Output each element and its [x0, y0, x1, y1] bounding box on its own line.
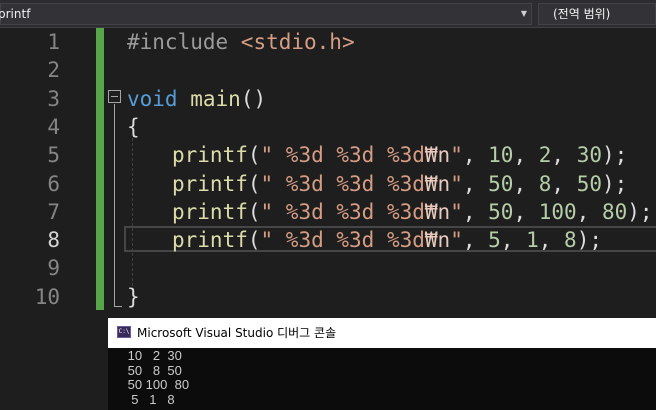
void-keyword: void: [127, 86, 178, 111]
line-number: 3: [47, 86, 60, 111]
scope-dropdown-value: (전역 범위): [553, 7, 611, 21]
close-brace: }: [127, 284, 140, 309]
comma: ,: [462, 171, 489, 196]
printf-call-line[interactable]: printf(" %3d %3d %3d₩n", 10, 2, 30);: [172, 141, 627, 169]
number-argument: 8: [538, 171, 552, 196]
code-editor[interactable]: 1 2 3 4 5 6 7 8 9 10 #include <stdio.h> void main…: [0, 28, 656, 318]
closing-quote: ": [450, 143, 463, 168]
scope-dropdown[interactable]: (전역 범위): [538, 3, 656, 25]
line-number: 4: [47, 114, 60, 139]
open-paren: (: [247, 143, 261, 168]
line-number: 5: [47, 143, 60, 168]
include-directive: #include: [127, 30, 241, 54]
number-argument: 50: [488, 199, 514, 224]
comma: ,: [500, 228, 527, 253]
printf-call-line[interactable]: printf(" %3d %3d %3d₩n", 50, 100, 80);: [172, 198, 653, 226]
comma: ,: [513, 171, 539, 196]
printf-name: printf: [172, 171, 248, 196]
console-output-line: 50 100 80: [124, 377, 190, 392]
statement-end: );: [576, 228, 602, 253]
printf-name: printf: [172, 228, 248, 253]
code-line-1[interactable]: #include <stdio.h>: [127, 28, 355, 56]
number-argument: 1: [526, 228, 539, 253]
console-output: 10 2 30 50 8 50 50 100 80 5 1 8: [124, 348, 190, 407]
chevron-down-icon[interactable]: ▼: [521, 4, 527, 24]
include-header: <stdio.h>: [240, 30, 355, 54]
change-tracking-bar: [96, 28, 104, 310]
fold-guide-line: [114, 104, 115, 307]
number-argument: 5: [488, 228, 501, 253]
comma: ,: [462, 143, 489, 168]
comma: ,: [551, 171, 577, 196]
code-line-10[interactable]: }: [127, 283, 140, 311]
comma: ,: [462, 199, 489, 224]
printf-call-line[interactable]: printf(" %3d %3d %3d₩n", 50, 8, 50);: [172, 170, 627, 198]
fold-guide-end: [114, 306, 122, 307]
printf-name: printf: [172, 143, 248, 168]
open-paren: (: [247, 228, 261, 253]
number-argument: 2: [538, 143, 552, 168]
main-parens: (): [240, 86, 267, 111]
number-argument: 10: [488, 143, 514, 168]
number-argument: 30: [576, 143, 602, 168]
closing-quote: ": [450, 228, 463, 253]
line-number: 2: [47, 58, 60, 83]
statement-end: );: [627, 199, 653, 224]
navigation-bar: printf ▼ (전역 범위): [0, 0, 656, 28]
number-argument: 50: [488, 171, 514, 196]
number-argument: 50: [576, 171, 602, 196]
comma: ,: [462, 228, 489, 253]
member-dropdown[interactable]: printf ▼: [0, 3, 532, 25]
comma: ,: [513, 143, 539, 168]
line-number: 1: [47, 30, 60, 54]
closing-quote: ": [450, 199, 463, 224]
printf-name: printf: [172, 199, 248, 224]
comma: ,: [551, 143, 577, 168]
number-argument: 8: [564, 228, 577, 253]
line-number: 8: [47, 228, 60, 253]
number-argument: 80: [601, 199, 628, 224]
closing-quote: ": [450, 171, 463, 196]
escape-sequence: ₩n: [424, 199, 451, 224]
open-paren: (: [247, 171, 261, 196]
console-title: Microsoft Visual Studio 디버그 콘솔: [137, 326, 337, 340]
escape-sequence: ₩n: [424, 143, 451, 168]
format-string: " %3d %3d %3d: [260, 143, 425, 168]
line-number: 10: [34, 284, 60, 309]
number-argument: 100: [538, 199, 577, 224]
collapse-icon[interactable]: [108, 90, 121, 103]
main-function-name: main: [190, 86, 241, 111]
escape-sequence: ₩n: [424, 171, 451, 196]
open-paren: (: [247, 199, 261, 224]
line-number: 9: [47, 256, 60, 281]
line-number: 7: [47, 199, 60, 224]
statement-end: );: [601, 171, 628, 196]
comma: ,: [576, 199, 602, 224]
indent-guide: [132, 138, 133, 296]
open-brace: {: [127, 114, 140, 139]
console-output-line: 10 2 30: [124, 348, 182, 363]
console-title-bar[interactable]: C:\ Microsoft Visual Studio 디버그 콘솔: [108, 318, 656, 348]
code-line-3[interactable]: void main(): [127, 85, 266, 113]
format-string: " %3d %3d %3d: [260, 228, 425, 253]
console-output-line: 50 8 50: [124, 362, 182, 378]
console-app-icon: C:\: [117, 326, 131, 338]
format-string: " %3d %3d %3d: [260, 171, 425, 196]
console-output-line: 5 1 8: [124, 391, 175, 407]
member-dropdown-value: printf: [0, 7, 31, 21]
statement-end: );: [601, 143, 628, 168]
code-line-4[interactable]: {: [127, 113, 140, 141]
format-string: " %3d %3d %3d: [260, 199, 425, 224]
comma: ,: [538, 228, 565, 253]
line-number: 6: [47, 171, 60, 196]
printf-call-line[interactable]: printf(" %3d %3d %3d₩n", 5, 1, 8);: [172, 226, 602, 254]
comma: ,: [513, 199, 539, 224]
escape-sequence: ₩n: [424, 228, 451, 253]
debug-console-window[interactable]: C:\ Microsoft Visual Studio 디버그 콘솔 10 2 …: [108, 318, 656, 410]
